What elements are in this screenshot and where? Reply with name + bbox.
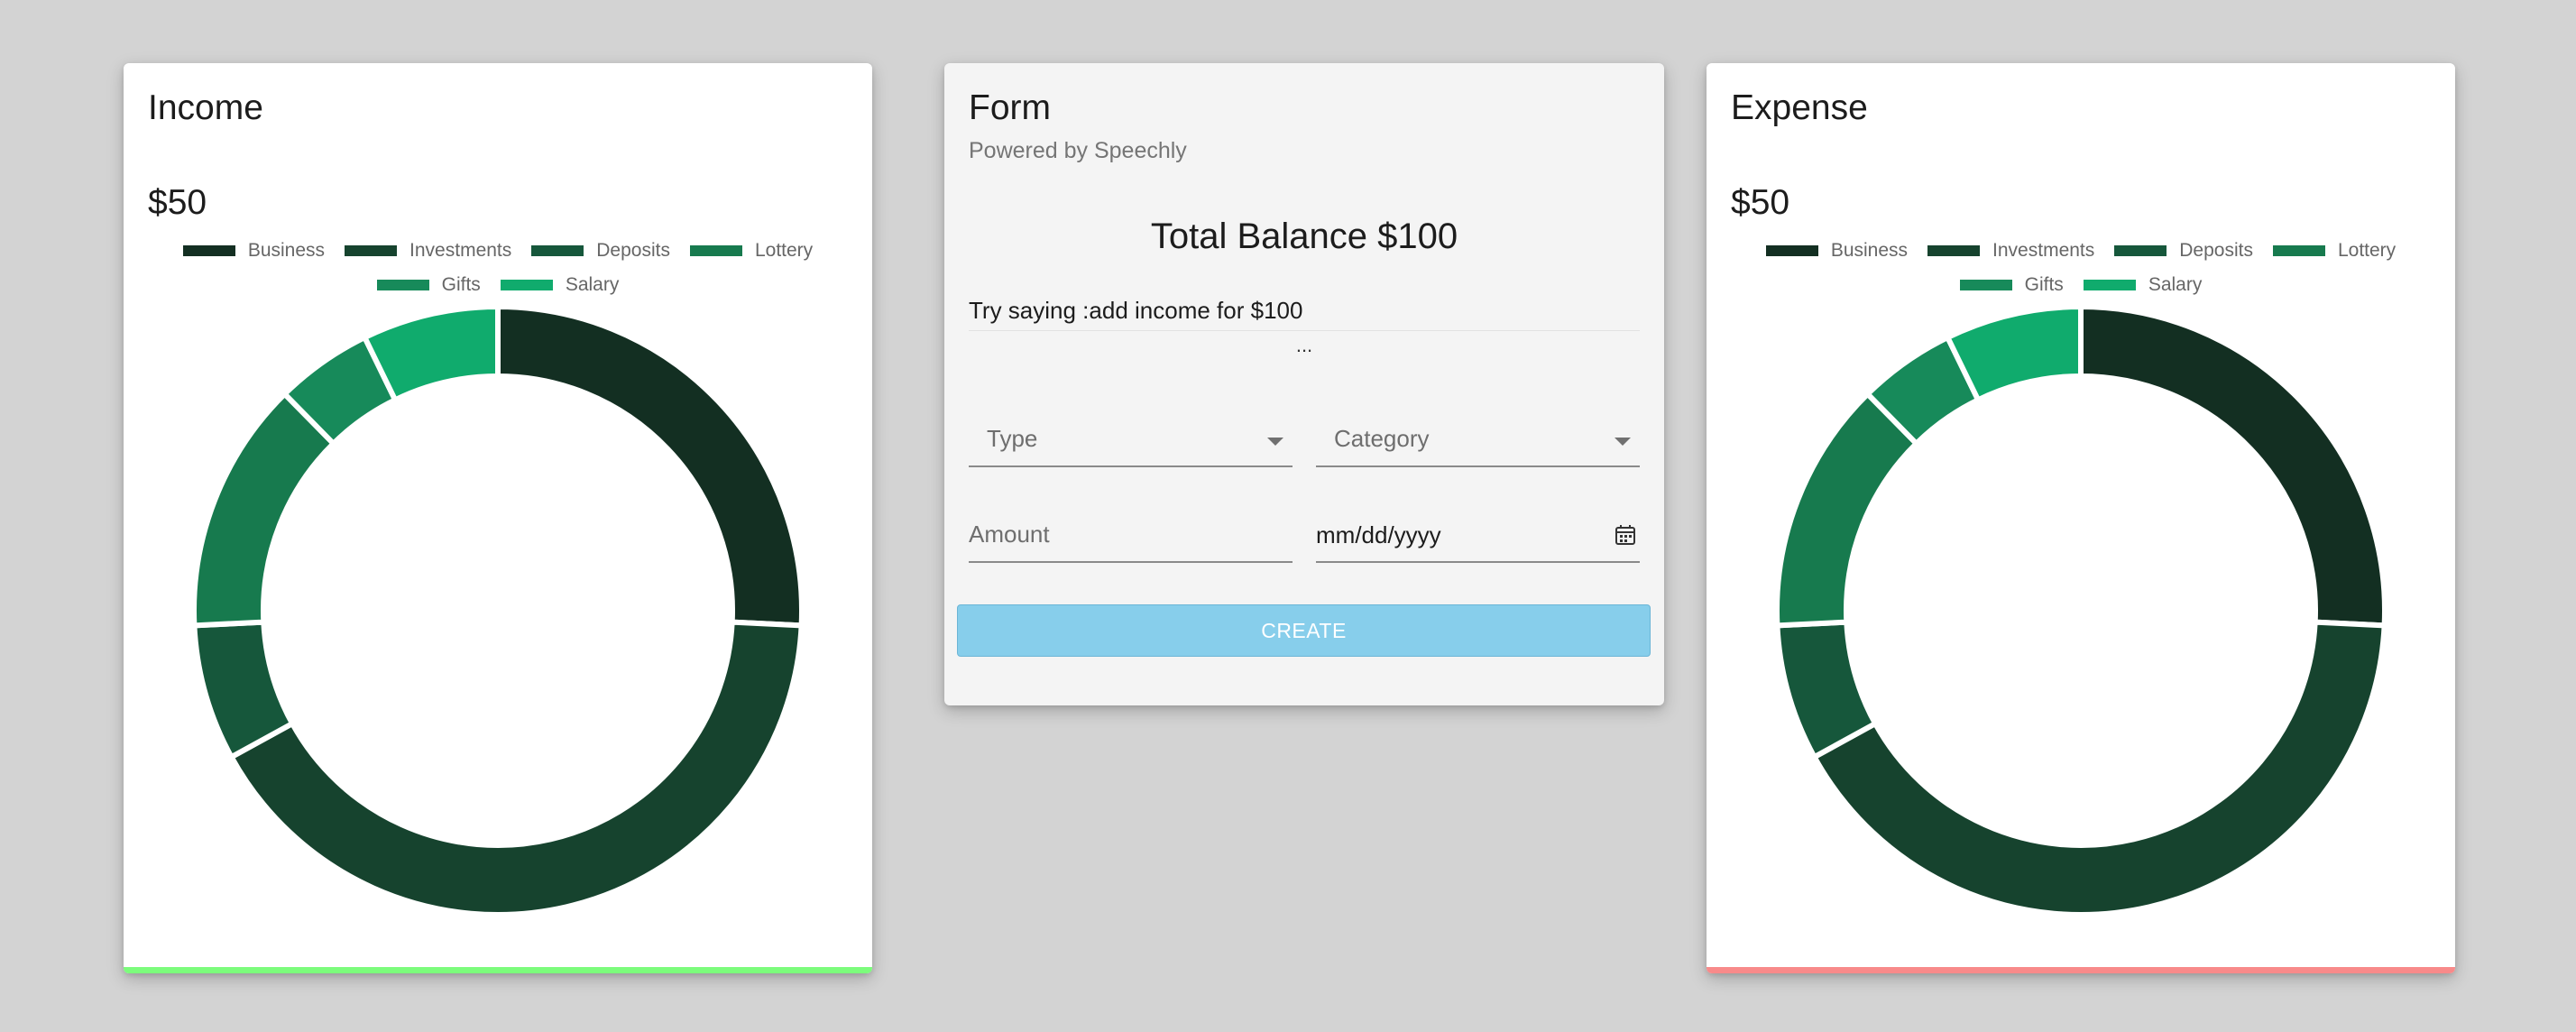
legend-swatch (689, 245, 742, 256)
income-card: Income $50 Business Investments Deposits… (124, 63, 872, 973)
legend-item-lottery[interactable]: Lottery (2272, 240, 2397, 262)
legend-item-business[interactable]: Business (182, 240, 326, 262)
form-subtitle: Powered by Speechly (969, 138, 1187, 163)
legend-swatch (531, 245, 584, 256)
form-title: Form (969, 88, 1051, 127)
total-balance: Total Balance $100 (1150, 217, 1458, 256)
chevron-down-icon (1615, 438, 1631, 446)
income-donut-chart (194, 307, 802, 915)
slice-lottery[interactable] (1777, 390, 1920, 629)
legend-swatch (1927, 245, 1981, 256)
legend-item-gifts[interactable]: Gifts (1959, 274, 2064, 296)
legend-label: Salary (2148, 274, 2203, 295)
legend-label: Investments (1992, 240, 2095, 261)
income-title: Income (148, 88, 263, 127)
legend-swatch (2083, 280, 2136, 290)
legend-label: Deposits (596, 240, 670, 261)
legend-swatch (2272, 245, 2325, 256)
legend-label: Lottery (754, 240, 814, 261)
type-select[interactable]: Type (969, 406, 1293, 467)
legend-label: Lottery (2337, 240, 2397, 261)
income-accent-bar (124, 967, 872, 973)
slice-investments[interactable] (1810, 619, 2385, 915)
form-card: Form Powered by Speechly Total Balance $… (944, 63, 1664, 705)
date-input[interactable]: mm/dd/yyyy (1316, 511, 1640, 563)
legend-item-business[interactable]: Business (1765, 240, 1909, 262)
date-placeholder: mm/dd/yyyy (1316, 521, 1441, 548)
slice-business[interactable] (2078, 307, 2385, 629)
legend-label: Salary (565, 274, 620, 295)
legend-item-lottery[interactable]: Lottery (689, 240, 814, 262)
slice-investments[interactable] (227, 619, 802, 915)
legend-item-investments[interactable]: Investments (1927, 240, 2094, 262)
income-legend: Business Investments Deposits Lottery Gi… (178, 240, 818, 296)
legend-label: Deposits (2179, 240, 2253, 261)
amount-input[interactable]: Amount (969, 511, 1293, 563)
category-label: Category (1334, 425, 1430, 452)
slice-lottery[interactable] (194, 390, 337, 629)
expense-legend: Business Investments Deposits Lottery Gi… (1761, 240, 2401, 296)
expense-accent-bar (1707, 967, 2455, 973)
speech-ellipsis: ... (1295, 334, 1313, 356)
type-label: Type (987, 425, 1038, 452)
voice-hint: Try saying :add income for $100 (969, 297, 1303, 324)
legend-item-investments[interactable]: Investments (345, 240, 511, 262)
slice-business[interactable] (495, 307, 802, 629)
legend-swatch (500, 280, 553, 290)
legend-item-deposits[interactable]: Deposits (2114, 240, 2253, 262)
legend-label: Investments (409, 240, 512, 261)
expense-amount: $50 (1731, 183, 1790, 222)
legend-swatch (2114, 245, 2167, 256)
calendar-icon[interactable] (1614, 523, 1637, 547)
legend-swatch (182, 245, 235, 256)
income-amount: $50 (148, 183, 207, 222)
legend-item-deposits[interactable]: Deposits (531, 240, 670, 262)
legend-label: Gifts (441, 274, 481, 295)
expense-card: Expense $50 Business Investments Deposit… (1707, 63, 2455, 973)
hint-divider (969, 330, 1640, 331)
legend-item-salary[interactable]: Salary (2083, 274, 2203, 296)
create-button[interactable]: CREATE (957, 604, 1651, 657)
legend-swatch (376, 280, 429, 290)
expense-title: Expense (1731, 88, 1868, 127)
legend-label: Gifts (2024, 274, 2064, 295)
legend-swatch (345, 245, 398, 256)
legend-item-gifts[interactable]: Gifts (376, 274, 481, 296)
category-select[interactable]: Category (1316, 406, 1640, 467)
chevron-down-icon (1267, 438, 1283, 446)
legend-swatch (1765, 245, 1818, 256)
legend-label: Business (247, 240, 326, 261)
amount-label: Amount (969, 521, 1050, 548)
legend-item-salary[interactable]: Salary (500, 274, 620, 296)
legend-label: Business (1830, 240, 1909, 261)
legend-swatch (1959, 280, 2012, 290)
expense-donut-chart (1777, 307, 2385, 915)
